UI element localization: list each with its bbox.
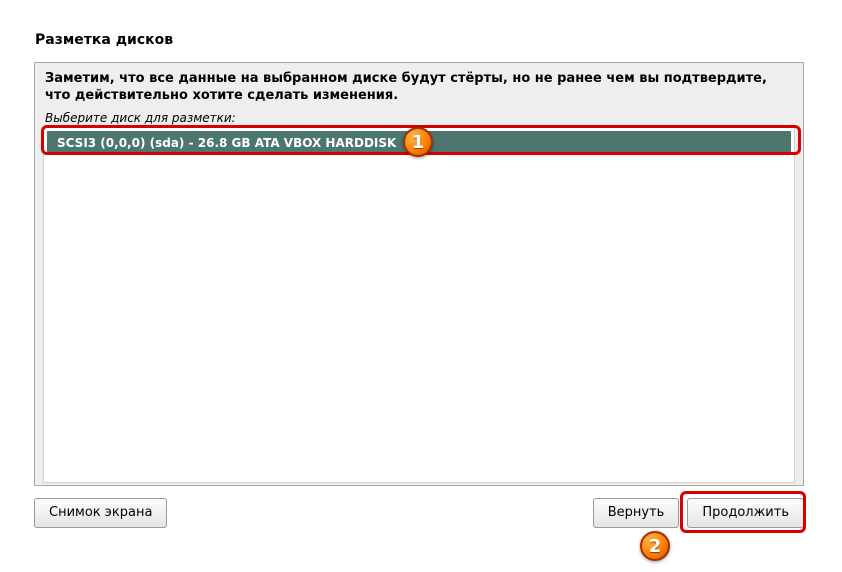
screenshot-button[interactable]: Снимок экрана [34, 498, 167, 528]
disk-list[interactable]: SCSI3 (0,0,0) (sda) - 26.8 GB ATA VBOX H… [43, 127, 795, 483]
back-button[interactable]: Вернуть [593, 498, 680, 528]
dialog-title: Разметка дисков [35, 32, 820, 48]
prompt-label: Выберите диск для разметки: [43, 111, 795, 125]
annotation-badge-1: 1 [403, 127, 433, 157]
warning-text: Заметим, что все данные на выбранном дис… [43, 71, 795, 105]
button-row: Снимок экрана Вернуть Продолжить [34, 498, 804, 528]
content-panel: Заметим, что все данные на выбранном дис… [34, 62, 804, 486]
continue-button[interactable]: Продолжить [687, 498, 804, 528]
annotation-badge-2: 2 [640, 531, 670, 561]
partition-dialog: Разметка дисков Заметим, что все данные … [20, 22, 820, 528]
continue-wrap: Продолжить [687, 498, 804, 528]
